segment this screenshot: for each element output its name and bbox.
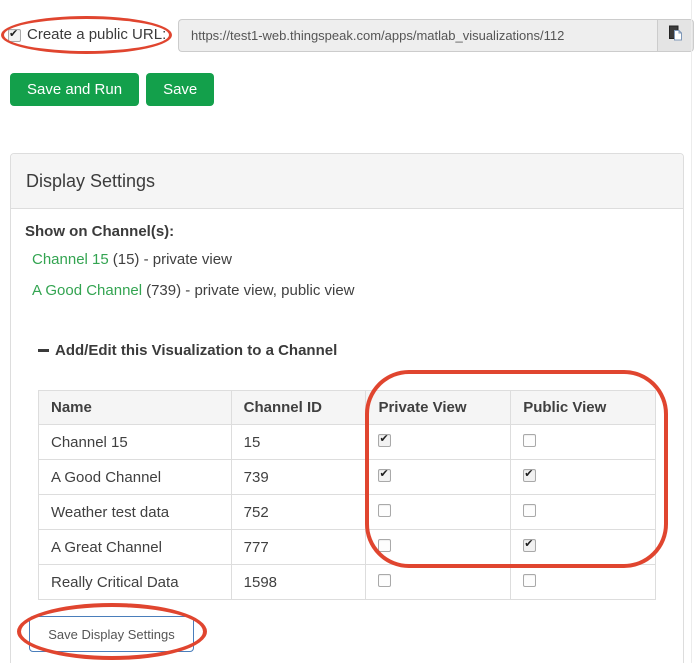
matlab-visualization-settings-page: Create a public URL: Save and Run Save D… xyxy=(0,0,699,663)
private-view-checkbox[interactable] xyxy=(378,574,391,587)
private-view-checkbox[interactable] xyxy=(378,539,391,552)
channel-link[interactable]: Channel 15 xyxy=(32,251,109,268)
add-edit-visualization-label: Add/Edit this Visualization to a Channel xyxy=(55,342,337,359)
column-header-private-view: Private View xyxy=(366,391,511,425)
table-row: Weather test data 752 xyxy=(39,495,656,530)
channel-view-detail: (739) - private view, public view xyxy=(146,282,354,299)
public-view-checkbox[interactable] xyxy=(523,539,536,552)
table-row: Channel 15 15 xyxy=(39,425,656,460)
save-display-settings-button[interactable]: Save Display Settings xyxy=(29,616,194,652)
create-public-url-checkbox[interactable] xyxy=(8,29,21,42)
channel-name-cell: A Great Channel xyxy=(39,530,232,565)
save-and-run-button[interactable]: Save and Run xyxy=(10,73,139,106)
column-header-channel-id: Channel ID xyxy=(231,391,366,425)
channel-name-cell: Channel 15 xyxy=(39,425,232,460)
channel-name-cell: Weather test data xyxy=(39,495,232,530)
public-view-checkbox[interactable] xyxy=(523,504,536,517)
channel-id-cell: 1598 xyxy=(231,565,366,600)
channel-name-cell: A Good Channel xyxy=(39,460,232,495)
channel-link[interactable]: A Good Channel xyxy=(32,282,142,299)
add-edit-visualization-toggle[interactable]: Add/Edit this Visualization to a Channel xyxy=(38,342,337,359)
column-header-name: Name xyxy=(39,391,232,425)
public-view-checkbox[interactable] xyxy=(523,469,536,482)
minus-icon xyxy=(38,349,49,352)
channels-table: Name Channel ID Private View Public View… xyxy=(38,390,656,600)
public-view-checkbox[interactable] xyxy=(523,574,536,587)
copy-url-button[interactable] xyxy=(657,19,694,52)
channel-id-cell: 752 xyxy=(231,495,366,530)
copy-to-clipboard-icon xyxy=(668,25,684,46)
create-public-url-label: Create a public URL: xyxy=(27,26,166,43)
table-row: A Great Channel 777 xyxy=(39,530,656,565)
private-view-checkbox[interactable] xyxy=(378,469,391,482)
public-view-checkbox[interactable] xyxy=(523,434,536,447)
public-url-input[interactable] xyxy=(178,19,657,52)
shown-channel-line: A Good Channel(739) - private view, publ… xyxy=(32,282,355,299)
private-view-checkbox[interactable] xyxy=(378,504,391,517)
shown-channel-line: Channel 15(15) - private view xyxy=(32,251,232,268)
channel-id-cell: 777 xyxy=(231,530,366,565)
display-settings-panel: Display Settings Show on Channel(s): Cha… xyxy=(10,153,684,663)
channel-id-cell: 15 xyxy=(231,425,366,460)
private-view-checkbox[interactable] xyxy=(378,434,391,447)
window-edge-line xyxy=(691,0,692,663)
save-button[interactable]: Save xyxy=(146,73,214,106)
table-row: A Good Channel 739 xyxy=(39,460,656,495)
public-url-input-group xyxy=(178,19,694,52)
channel-name-cell: Really Critical Data xyxy=(39,565,232,600)
table-row: Really Critical Data 1598 xyxy=(39,565,656,600)
column-header-public-view: Public View xyxy=(511,391,656,425)
channel-view-detail: (15) - private view xyxy=(113,251,232,268)
show-on-channels-label: Show on Channel(s): xyxy=(25,223,174,240)
table-header-row: Name Channel ID Private View Public View xyxy=(39,391,656,425)
channel-id-cell: 739 xyxy=(231,460,366,495)
panel-title: Display Settings xyxy=(11,154,683,209)
action-buttons: Save and Run Save xyxy=(10,73,214,106)
